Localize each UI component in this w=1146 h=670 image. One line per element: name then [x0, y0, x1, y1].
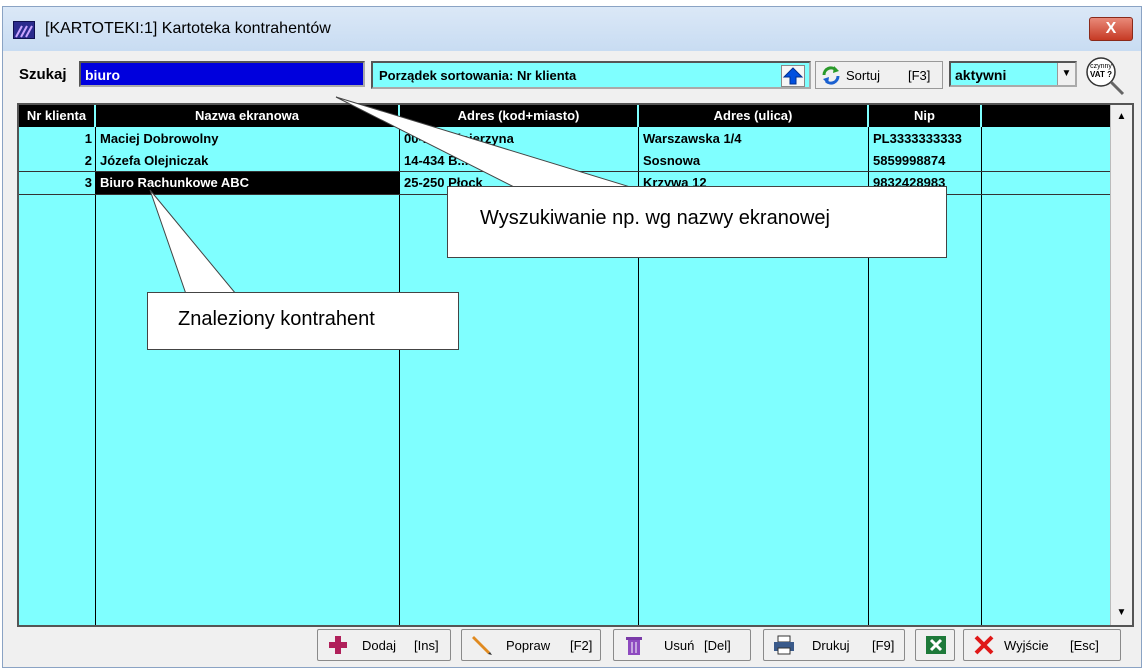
search-hint-callout: Wyszukiwanie np. wg nazwy ekranowej	[447, 186, 947, 258]
found-hint-callout: Znaleziony kontrahent	[147, 292, 459, 350]
search-hint-text: Wyszukiwanie np. wg nazwy ekranowej	[480, 207, 830, 229]
found-hint-text: Znaleziony kontrahent	[178, 308, 375, 330]
